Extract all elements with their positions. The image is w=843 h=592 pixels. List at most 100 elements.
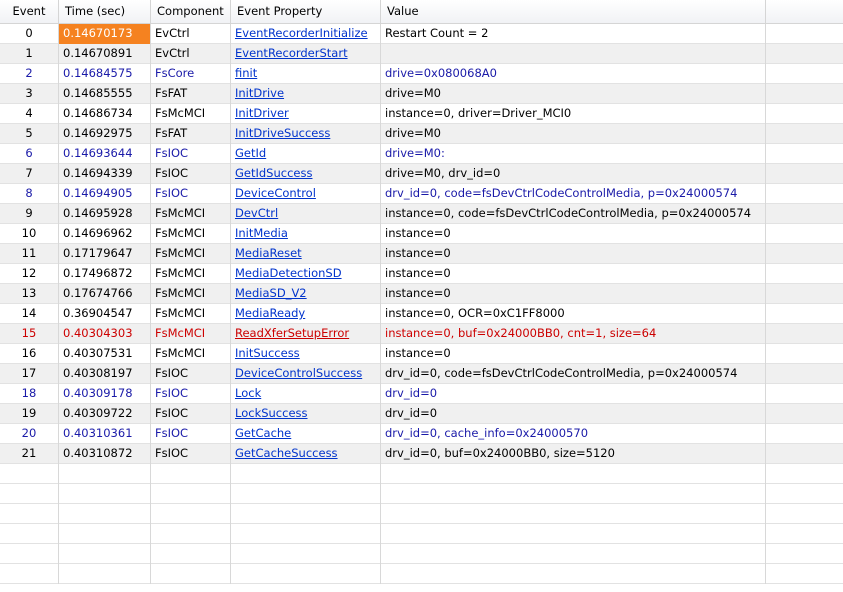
event-property-cell[interactable]: GetId (231, 144, 381, 164)
event-property-link[interactable]: GetCache (235, 426, 291, 440)
event-property-link[interactable]: EventRecorderInitialize (235, 26, 368, 40)
column-header-value[interactable]: Value (381, 0, 766, 24)
event-property-link[interactable]: ReadXferSetupError (235, 326, 349, 340)
value-cell[interactable]: drive=M0 (381, 84, 766, 104)
event-property-link[interactable]: InitDriver (235, 106, 289, 120)
time-cell[interactable]: 0.14686734 (59, 104, 151, 124)
event-property-cell[interactable]: GetCacheSuccess (231, 444, 381, 464)
time-cell[interactable]: 0.40309178 (59, 384, 151, 404)
event-property-cell[interactable]: MediaSD_V2 (231, 284, 381, 304)
event-number-cell[interactable]: 4 (0, 104, 59, 124)
event-property-link[interactable]: InitDriveSuccess (235, 126, 330, 140)
time-cell[interactable]: 0.36904547 (59, 304, 151, 324)
value-cell[interactable]: drv_id=0, code=fsDevCtrlCodeControlMedia… (381, 364, 766, 384)
event-property-cell[interactable]: InitDriver (231, 104, 381, 124)
event-property-link[interactable]: GetIdSuccess (235, 166, 312, 180)
table-row[interactable]: 14 0.36904547 FsMcMCI MediaReady instance=0,… (0, 304, 843, 324)
table-row[interactable]: 19 0.40309722 FsIOC LockSuccess drv_id=0 (0, 404, 843, 424)
event-property-cell[interactable]: DeviceControlSuccess (231, 364, 381, 384)
event-property-link[interactable]: MediaReset (235, 246, 302, 260)
component-cell[interactable]: FsMcMCI (151, 304, 231, 324)
time-cell[interactable]: 0.14694905 (59, 184, 151, 204)
column-header-event-property[interactable]: Event Property (231, 0, 381, 24)
event-property-link[interactable]: finit (235, 66, 257, 80)
time-cell[interactable]: 0.17179647 (59, 244, 151, 264)
value-cell[interactable]: instance=0 (381, 264, 766, 284)
value-cell[interactable]: drive=M0, drv_id=0 (381, 164, 766, 184)
time-cell[interactable]: 0.40308197 (59, 364, 151, 384)
event-property-cell[interactable]: EventRecorderStart (231, 44, 381, 64)
event-number-cell[interactable]: 18 (0, 384, 59, 404)
value-cell[interactable]: drive=M0 (381, 124, 766, 144)
event-property-link[interactable]: GetId (235, 146, 266, 160)
component-cell[interactable]: FsMcMCI (151, 264, 231, 284)
time-cell[interactable]: 0.17496872 (59, 264, 151, 284)
value-cell[interactable]: drv_id=0, buf=0x24000BB0, size=5120 (381, 444, 766, 464)
value-cell[interactable]: drv_id=0 (381, 404, 766, 424)
table-row[interactable]: 10 0.14696962 FsMcMCI InitMedia instance=0 (0, 224, 843, 244)
table-row[interactable]: 17 0.40308197 FsIOC DeviceControlSuccess drv… (0, 364, 843, 384)
event-property-link[interactable]: InitSuccess (235, 346, 300, 360)
event-number-cell[interactable]: 3 (0, 84, 59, 104)
value-cell[interactable]: drv_id=0, code=fsDevCtrlCodeControlMedia… (381, 184, 766, 204)
component-cell[interactable]: FsIOC (151, 144, 231, 164)
time-cell[interactable]: 0.14696962 (59, 224, 151, 244)
component-cell[interactable]: FsMcMCI (151, 324, 231, 344)
event-number-cell[interactable]: 9 (0, 204, 59, 224)
time-cell[interactable]: 0.14694339 (59, 164, 151, 184)
event-number-cell[interactable]: 1 (0, 44, 59, 64)
time-cell[interactable]: 0.40309722 (59, 404, 151, 424)
event-property-cell[interactable]: MediaReset (231, 244, 381, 264)
value-cell[interactable]: Restart Count = 2 (381, 24, 766, 44)
event-number-cell[interactable]: 2 (0, 64, 59, 84)
table-row[interactable]: 1 0.14670891 EvCtrl EventRecorderStart (0, 44, 843, 64)
value-cell[interactable]: instance=0, driver=Driver_MCI0 (381, 104, 766, 124)
component-cell[interactable]: FsIOC (151, 444, 231, 464)
time-cell[interactable]: 0.40310361 (59, 424, 151, 444)
time-cell[interactable]: 0.14670891 (59, 44, 151, 64)
event-number-cell[interactable]: 13 (0, 284, 59, 304)
time-cell[interactable]: 0.14684575 (59, 64, 151, 84)
column-header-time[interactable]: Time (sec) (59, 0, 151, 24)
time-cell[interactable]: 0.40304303 (59, 324, 151, 344)
column-header-event[interactable]: Event (0, 0, 59, 24)
time-cell[interactable]: 0.40310872 (59, 444, 151, 464)
time-cell[interactable]: 0.14695928 (59, 204, 151, 224)
event-property-cell[interactable]: finit (231, 64, 381, 84)
component-cell[interactable]: FsIOC (151, 164, 231, 184)
table-row[interactable]: 21 0.40310872 FsIOC GetCacheSuccess drv_id=0… (0, 444, 843, 464)
table-row[interactable]: 15 0.40304303 FsMcMCI ReadXferSetupError ins… (0, 324, 843, 344)
event-number-cell[interactable]: 8 (0, 184, 59, 204)
event-property-link[interactable]: MediaDetectionSD (235, 266, 342, 280)
event-property-cell[interactable]: InitMedia (231, 224, 381, 244)
event-property-link[interactable]: MediaSD_V2 (235, 286, 307, 300)
value-cell[interactable]: instance=0 (381, 344, 766, 364)
event-property-cell[interactable]: MediaDetectionSD (231, 264, 381, 284)
table-row[interactable]: 20 0.40310361 FsIOC GetCache drv_id=0, cache… (0, 424, 843, 444)
time-cell[interactable]: 0.14685555 (59, 84, 151, 104)
table-row[interactable]: 0 0.14670173 EvCtrl EventRecorderInitialize… (0, 24, 843, 44)
event-property-link[interactable]: InitDrive (235, 86, 284, 100)
event-number-cell[interactable]: 20 (0, 424, 59, 444)
event-property-link[interactable]: GetCacheSuccess (235, 446, 338, 460)
component-cell[interactable]: FsIOC (151, 424, 231, 444)
event-number-cell[interactable]: 17 (0, 364, 59, 384)
value-cell[interactable]: instance=0, code=fsDevCtrlCodeControlMed… (381, 204, 766, 224)
value-cell[interactable]: drv_id=0 (381, 384, 766, 404)
event-property-link[interactable]: MediaReady (235, 306, 305, 320)
component-cell[interactable]: FsMcMCI (151, 344, 231, 364)
component-cell[interactable]: FsIOC (151, 384, 231, 404)
event-property-link[interactable]: DeviceControl (235, 186, 316, 200)
component-cell[interactable]: FsMcMCI (151, 224, 231, 244)
event-property-link[interactable]: LockSuccess (235, 406, 308, 420)
table-row[interactable]: 16 0.40307531 FsMcMCI InitSuccess instance=0 (0, 344, 843, 364)
event-number-cell[interactable]: 6 (0, 144, 59, 164)
table-row[interactable]: 4 0.14686734 FsMcMCI InitDriver instance=0, … (0, 104, 843, 124)
value-cell[interactable]: instance=0 (381, 224, 766, 244)
event-number-cell[interactable]: 14 (0, 304, 59, 324)
event-property-cell[interactable]: GetIdSuccess (231, 164, 381, 184)
event-property-cell[interactable]: InitDrive (231, 84, 381, 104)
table-row[interactable]: 11 0.17179647 FsMcMCI MediaReset instance=0 (0, 244, 843, 264)
component-cell[interactable]: FsIOC (151, 364, 231, 384)
time-cell-selected[interactable]: 0.14670173 (59, 24, 151, 44)
